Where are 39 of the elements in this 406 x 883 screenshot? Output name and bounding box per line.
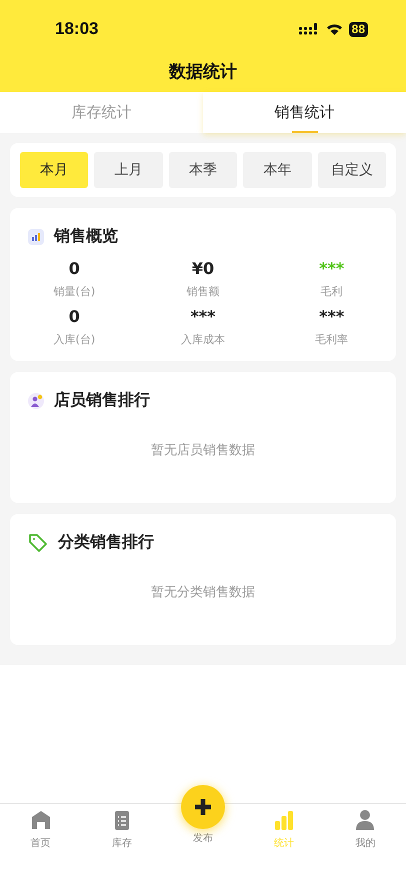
period-button[interactable]: 本月 xyxy=(20,152,88,188)
house-icon xyxy=(30,809,52,831)
metric-value: 0 xyxy=(68,307,80,326)
card-title: 分类销售排行 xyxy=(58,532,154,553)
tab[interactable]: 销售统计 xyxy=(203,92,406,133)
battery-level: 88 xyxy=(348,22,368,36)
nav-tab[interactable]: 首页 xyxy=(0,804,82,850)
tag-icon xyxy=(28,532,48,552)
metric-value: *** xyxy=(319,259,344,278)
person-icon xyxy=(354,809,376,831)
nav-tab[interactable]: 库存 xyxy=(81,804,162,850)
metric-value: ¥0 xyxy=(192,259,214,278)
period-button[interactable]: 本年 xyxy=(243,152,312,188)
empty-message: 暂无店员销售数据 xyxy=(150,442,256,459)
bar-chart-icon xyxy=(273,809,296,831)
metric-label: 入库成本 xyxy=(180,332,225,347)
card-title: 销售概览 xyxy=(54,226,118,247)
metric-label: 毛利 xyxy=(320,284,343,299)
period-button[interactable]: 自定义 xyxy=(318,152,386,188)
metric-label: 入库(台) xyxy=(54,332,96,347)
card-title: 店员销售排行 xyxy=(54,390,150,411)
period-button[interactable]: 上月 xyxy=(94,152,163,188)
signal-icon xyxy=(298,23,320,35)
nav-tab[interactable]: 发布 xyxy=(162,785,244,845)
metric-label: 销售额 xyxy=(186,284,220,299)
metric-label: 毛利率 xyxy=(315,332,348,347)
period-button[interactable]: 本季 xyxy=(168,152,238,188)
page-title: 数据统计 xyxy=(168,61,238,83)
metric-value: *** xyxy=(319,307,344,326)
metric-value: *** xyxy=(190,307,216,326)
metric-value: 0 xyxy=(68,259,80,278)
person-icon xyxy=(28,392,44,408)
bar-chart-icon xyxy=(28,228,44,244)
metric-label: 销量(台) xyxy=(54,284,96,299)
nav-tab[interactable]: 我的 xyxy=(324,804,406,850)
empty-message: 暂无分类销售数据 xyxy=(150,584,256,601)
wifi-icon xyxy=(326,23,343,35)
status-time: 18:03 xyxy=(55,19,98,39)
plus-icon xyxy=(181,785,225,829)
